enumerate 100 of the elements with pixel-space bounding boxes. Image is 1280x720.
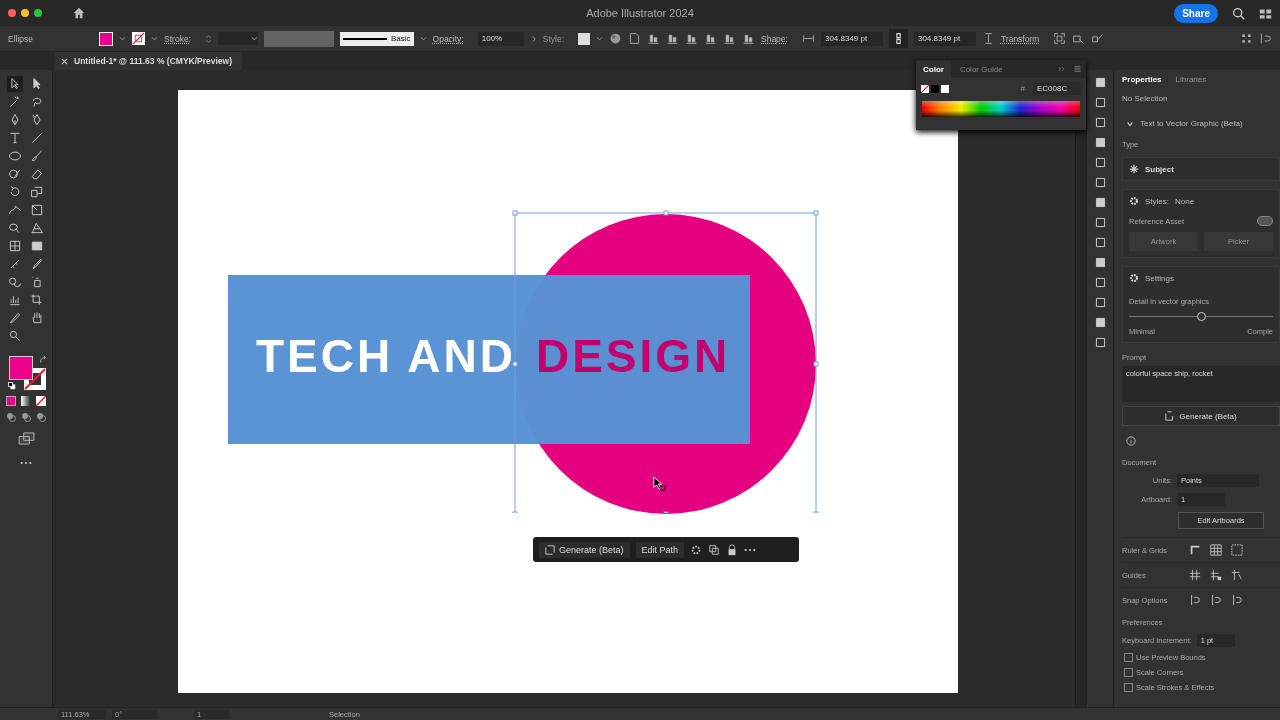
none-mode-swatch[interactable] bbox=[36, 396, 46, 406]
chevron-right-icon[interactable] bbox=[529, 34, 537, 43]
menu-icon[interactable] bbox=[1073, 66, 1082, 72]
more-icon[interactable] bbox=[20, 461, 32, 465]
gear-icon[interactable] bbox=[1129, 196, 1139, 206]
height-field[interactable]: 304.8349 pt bbox=[913, 31, 976, 46]
color-mode-swatch[interactable] bbox=[6, 396, 16, 406]
panel-tab[interactable]: Libraries bbox=[1175, 74, 1207, 84]
color-spectrum[interactable] bbox=[922, 101, 1080, 117]
stepper-icon[interactable] bbox=[205, 34, 212, 43]
headline-text: DESIGN bbox=[535, 329, 731, 384]
transparency-grid-icon[interactable] bbox=[1231, 544, 1243, 556]
align-icon[interactable] bbox=[685, 32, 698, 45]
transform-link[interactable]: Transform bbox=[1000, 33, 1040, 44]
blend-icon[interactable] bbox=[7, 274, 23, 290]
info-icon[interactable] bbox=[1126, 436, 1136, 446]
close-button[interactable] bbox=[8, 9, 16, 17]
settings-label: Settings bbox=[1145, 273, 1174, 283]
artboard-icon[interactable] bbox=[29, 292, 45, 308]
width-field[interactable]: 304.8349 pt bbox=[820, 31, 883, 46]
panel-tab[interactable]: Color bbox=[916, 60, 951, 78]
line-icon[interactable] bbox=[29, 130, 45, 146]
generate-button[interactable]: Generate (Beta) bbox=[539, 541, 630, 558]
fill-color-swatch[interactable] bbox=[9, 356, 33, 380]
snap-icon[interactable] bbox=[1231, 594, 1243, 606]
type-selector[interactable]: Subject bbox=[1122, 157, 1280, 181]
align-icon[interactable] bbox=[647, 32, 660, 45]
grid-icon[interactable] bbox=[1093, 116, 1107, 129]
workspace-icon[interactable] bbox=[1259, 6, 1272, 20]
opacity-field[interactable]: 100% bbox=[477, 31, 524, 46]
generate-button[interactable]: Generate (Beta) bbox=[1122, 406, 1280, 426]
color-swatch[interactable] bbox=[941, 84, 949, 93]
mesh-icon[interactable] bbox=[7, 238, 23, 254]
align-icon[interactable] bbox=[723, 32, 736, 45]
isolate-icon[interactable] bbox=[1053, 32, 1067, 45]
brush-definition-dropdown[interactable]: Basic bbox=[340, 31, 414, 46]
chevron-down-icon[interactable] bbox=[1126, 119, 1134, 128]
gear-icon[interactable] bbox=[690, 543, 703, 556]
grid-icon[interactable] bbox=[1210, 544, 1222, 556]
align-icon[interactable] bbox=[666, 32, 679, 45]
share-button[interactable]: Share bbox=[1174, 3, 1218, 23]
screen-mode-icon[interactable] bbox=[17, 432, 35, 445]
smart-guides-icon[interactable] bbox=[1231, 569, 1243, 581]
reference-asset-toggle[interactable] bbox=[1257, 216, 1273, 226]
type-icon[interactable] bbox=[7, 130, 23, 146]
stroke-none-swatch[interactable] bbox=[132, 32, 146, 45]
close-icon[interactable] bbox=[61, 57, 68, 65]
minimize-button[interactable] bbox=[21, 9, 29, 17]
edit-path-button[interactable]: Edit Path bbox=[635, 541, 685, 558]
eraser-icon[interactable] bbox=[29, 166, 45, 182]
perspective-grid-icon[interactable] bbox=[29, 220, 45, 236]
gear-icon[interactable] bbox=[1129, 273, 1139, 283]
default-colors-icon[interactable] bbox=[8, 382, 16, 390]
panel-tab[interactable]: Properties bbox=[1122, 74, 1162, 84]
home-icon[interactable] bbox=[72, 6, 86, 20]
slice-icon[interactable] bbox=[7, 310, 23, 326]
none-swatch[interactable] bbox=[921, 84, 929, 93]
recolor-icon[interactable] bbox=[609, 32, 622, 45]
panel-tab[interactable]: Color Guide bbox=[952, 60, 1010, 78]
checkbox[interactable] bbox=[1124, 683, 1133, 692]
style-label: Style: bbox=[542, 33, 564, 44]
swap-icon[interactable] bbox=[39, 356, 47, 364]
shaper-icon[interactable] bbox=[7, 166, 23, 182]
maximize-button[interactable] bbox=[34, 9, 42, 17]
align-icon[interactable] bbox=[704, 32, 717, 45]
document-tab[interactable]: Untitled-1* @ 111.63 % (CMYK/Preview) bbox=[55, 52, 243, 70]
align-icon[interactable] bbox=[742, 32, 755, 45]
guides-icon[interactable] bbox=[1189, 569, 1201, 581]
document-setup-icon[interactable] bbox=[628, 32, 641, 45]
zoom-icon[interactable] bbox=[7, 328, 23, 344]
duplicate-icon[interactable] bbox=[708, 543, 721, 556]
gradient-mode-swatch[interactable] bbox=[21, 396, 31, 406]
caret-icon[interactable] bbox=[119, 34, 127, 43]
caret-icon[interactable] bbox=[251, 34, 258, 43]
caret-icon[interactable] bbox=[419, 34, 427, 43]
quick-action-icon[interactable] bbox=[1091, 32, 1105, 45]
hand-icon[interactable] bbox=[29, 310, 45, 326]
link-icon[interactable] bbox=[888, 29, 908, 48]
scale-icon[interactable] bbox=[29, 184, 45, 200]
brush-icon[interactable] bbox=[29, 148, 45, 164]
caret-icon[interactable] bbox=[596, 34, 603, 43]
ruler-icon[interactable] bbox=[1189, 544, 1201, 556]
snap-icon[interactable] bbox=[1259, 32, 1272, 45]
style-swatch[interactable] bbox=[578, 32, 590, 45]
eyedropper-icon[interactable] bbox=[29, 256, 45, 272]
select-similar-icon[interactable] bbox=[1072, 32, 1086, 45]
hex-field[interactable]: EC008C bbox=[1033, 82, 1081, 95]
styles-value[interactable]: None bbox=[1175, 196, 1195, 206]
checkbox[interactable] bbox=[1124, 668, 1133, 677]
snap-icon[interactable] bbox=[1210, 594, 1222, 606]
free-transform-icon[interactable] bbox=[29, 202, 45, 218]
color-swatch[interactable] bbox=[931, 84, 939, 93]
grid-dots-icon[interactable] bbox=[1240, 32, 1253, 45]
fill-swatch[interactable] bbox=[99, 31, 114, 46]
checkbox[interactable] bbox=[1124, 653, 1133, 662]
snap-icon[interactable] bbox=[1189, 594, 1201, 606]
slider-thumb[interactable] bbox=[1197, 312, 1206, 321]
lock-guides-icon[interactable] bbox=[1210, 569, 1222, 581]
search-icon[interactable] bbox=[1232, 6, 1245, 20]
caret-icon[interactable] bbox=[151, 34, 159, 43]
